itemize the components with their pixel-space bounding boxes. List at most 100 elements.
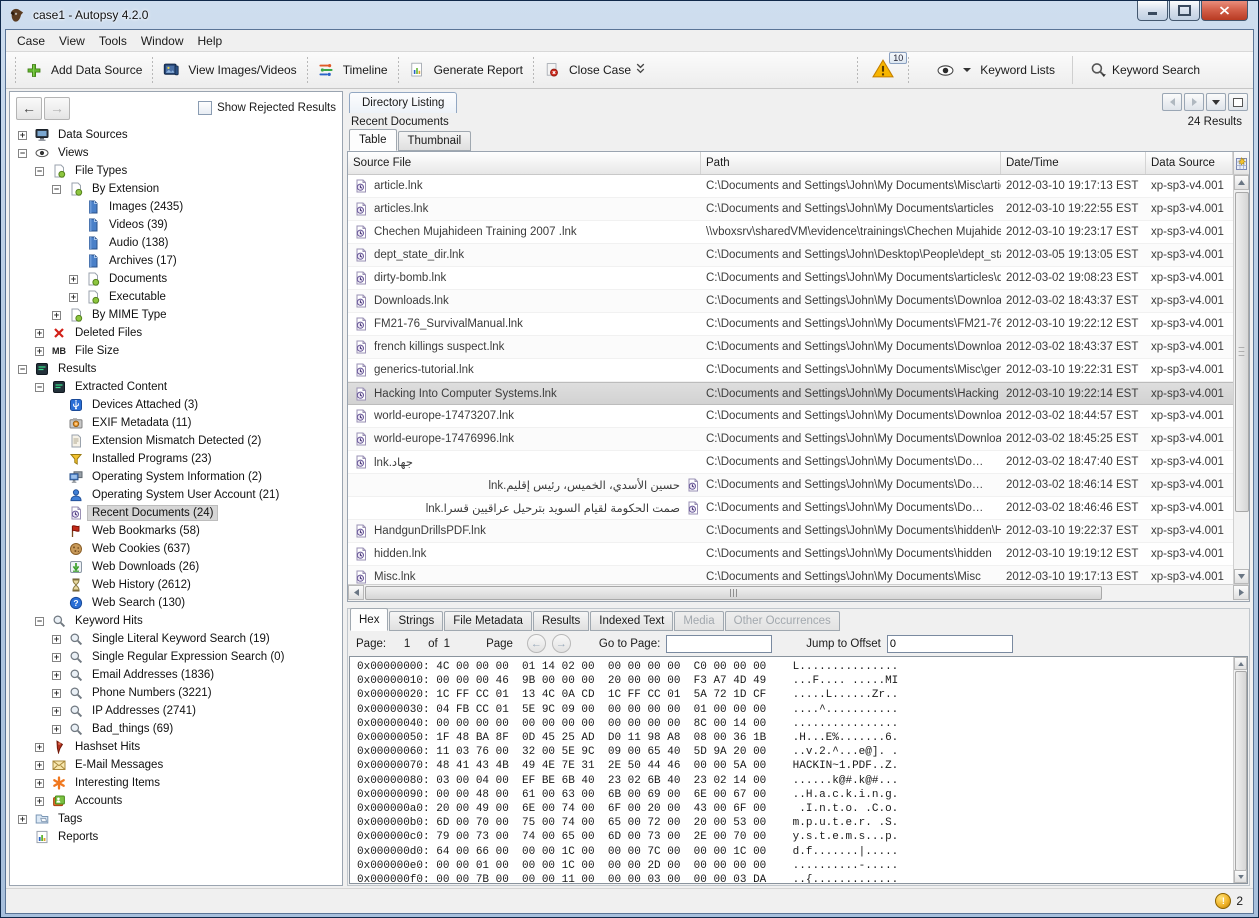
- tree-item[interactable]: Installed Programs (23): [10, 450, 342, 468]
- tree-item[interactable]: −By Extension: [10, 180, 342, 198]
- column-header-datetime[interactable]: Date/Time: [1001, 152, 1146, 174]
- tree-item[interactable]: + Documents: [10, 270, 342, 288]
- tree-item[interactable]: Archives (17): [10, 252, 342, 270]
- tree-item-label[interactable]: Hashset Hits: [71, 740, 144, 754]
- tree-item[interactable]: +Data Sources: [10, 126, 342, 144]
- collapse-icon[interactable]: −: [18, 365, 27, 374]
- tree-item-label[interactable]: By MIME Type: [88, 308, 171, 322]
- tree-item[interactable]: Operating System User Account (21): [10, 486, 342, 504]
- tree-item[interactable]: + Email Addresses (1836): [10, 666, 342, 684]
- table-settings-button[interactable]: [1233, 152, 1249, 174]
- tree-item[interactable]: Videos (39): [10, 216, 342, 234]
- expand-icon[interactable]: +: [35, 743, 44, 752]
- prev-page-button[interactable]: ←: [527, 634, 546, 653]
- expand-icon[interactable]: +: [52, 635, 61, 644]
- tree-item-label[interactable]: Documents: [105, 272, 171, 286]
- tree-item-label[interactable]: Results: [54, 362, 100, 376]
- table-row[interactable]: Hacking Into Computer Systems.lnkC:\Docu…: [348, 382, 1233, 405]
- toolbar-button-images-videos[interactable]: View Images/Videos: [156, 59, 303, 81]
- maximize-button[interactable]: [1169, 1, 1200, 21]
- tab-file-metadata[interactable]: File Metadata: [444, 611, 532, 631]
- goto-page-input[interactable]: [666, 635, 772, 653]
- tree-item[interactable]: Images (2435): [10, 198, 342, 216]
- expand-icon[interactable]: +: [35, 761, 44, 770]
- table-row[interactable]: حسين الأسدي، الخميس، رئيس إقليم.lnkC:\Do…: [348, 474, 1233, 497]
- tree-item[interactable]: +Tags: [10, 810, 342, 828]
- tree-item-label[interactable]: Web Bookmarks (58): [88, 524, 204, 538]
- tree-item-label[interactable]: By Extension: [88, 182, 163, 196]
- tree-item-label[interactable]: EXIF Metadata (11): [88, 416, 196, 430]
- tree-item-label[interactable]: Operating System Information (2): [88, 470, 266, 484]
- tree-item-label[interactable]: Web Cookies (637): [88, 542, 194, 556]
- tree-item-label[interactable]: Bad_things (69): [88, 722, 177, 736]
- column-header-data-source[interactable]: Data Source: [1146, 152, 1233, 174]
- table-horizontal-scrollbar[interactable]: [348, 584, 1249, 601]
- table-row[interactable]: Misc.lnkC:\Documents and Settings\John\M…: [348, 566, 1233, 584]
- tree-item[interactable]: ?Web Search (130): [10, 594, 342, 612]
- tree-item-label[interactable]: Phone Numbers (3221): [88, 686, 216, 700]
- tree-item-label[interactable]: Recent Documents (24): [88, 506, 217, 520]
- collapse-icon[interactable]: −: [18, 149, 27, 158]
- forward-button[interactable]: →: [44, 97, 70, 120]
- tree-item[interactable]: +Interesting Items: [10, 774, 342, 792]
- table-row[interactable]: french killings suspect.lnkC:\Documents …: [348, 336, 1233, 359]
- tab-results[interactable]: Results: [533, 611, 589, 631]
- toolbar-button-timeline[interactable]: Timeline: [311, 59, 395, 81]
- tree-item-label[interactable]: Extension Mismatch Detected (2): [88, 434, 265, 448]
- title-bar[interactable]: case1 - Autopsy 4.2.0: [5, 1, 1254, 29]
- collapse-icon[interactable]: −: [35, 617, 44, 626]
- tree-item[interactable]: +Single Regular Expression Search (0): [10, 648, 342, 666]
- tree-item-label[interactable]: Tags: [54, 812, 86, 826]
- tab-directory-listing[interactable]: Directory Listing: [349, 92, 457, 113]
- scroll-up-button[interactable]: [1234, 657, 1247, 670]
- table-row[interactable]: world-europe-17473207.lnkC:\Documents an…: [348, 405, 1233, 428]
- expand-icon[interactable]: +: [52, 671, 61, 680]
- tree-item-label[interactable]: Executable: [105, 290, 170, 304]
- tree-item[interactable]: Web Cookies (637): [10, 540, 342, 558]
- collapse-icon[interactable]: −: [35, 383, 44, 392]
- tree-item[interactable]: +E-Mail Messages: [10, 756, 342, 774]
- horizontal-scroll-thumb[interactable]: [365, 586, 1102, 600]
- tree-item[interactable]: Devices Attached (3): [10, 396, 342, 414]
- tree-item[interactable]: Extension Mismatch Detected (2): [10, 432, 342, 450]
- table-row[interactable]: articles.lnkC:\Documents and Settings\Jo…: [348, 198, 1233, 221]
- tree-item[interactable]: −Extracted Content: [10, 378, 342, 396]
- expand-icon[interactable]: +: [52, 653, 61, 662]
- tab-hex[interactable]: Hex: [350, 608, 388, 631]
- tree-item-label[interactable]: Email Addresses (1836): [88, 668, 218, 682]
- tree-item-label[interactable]: File Types: [71, 164, 131, 178]
- expand-icon[interactable]: +: [69, 293, 78, 302]
- expand-icon[interactable]: +: [52, 311, 61, 320]
- tree-item-label[interactable]: Installed Programs (23): [88, 452, 216, 466]
- expand-icon[interactable]: +: [69, 275, 78, 284]
- table-row[interactable]: Chechen Mujahideen Training 2007 .lnk\\v…: [348, 221, 1233, 244]
- scroll-left-button[interactable]: [348, 585, 364, 600]
- tree-item[interactable]: +Accounts: [10, 792, 342, 810]
- tree-item[interactable]: Web Downloads (26): [10, 558, 342, 576]
- back-button[interactable]: ←: [16, 97, 42, 120]
- tree-item[interactable]: −Keyword Hits: [10, 612, 342, 630]
- table-row[interactable]: world-europe-17476996.lnkC:\Documents an…: [348, 428, 1233, 451]
- tree-item[interactable]: Web Bookmarks (58): [10, 522, 342, 540]
- toolbar-button-generate-report[interactable]: Generate Report: [402, 59, 530, 81]
- tree-item[interactable]: EXIF Metadata (11): [10, 414, 342, 432]
- tree-item[interactable]: +IP Addresses (2741): [10, 702, 342, 720]
- keyword-lists-button[interactable]: Keyword Lists: [930, 59, 1062, 81]
- tree-item[interactable]: + By MIME Type: [10, 306, 342, 324]
- expand-icon[interactable]: +: [52, 707, 61, 716]
- tree-item-label[interactable]: Views: [54, 146, 92, 160]
- expand-icon[interactable]: +: [52, 689, 61, 698]
- table-row[interactable]: generics-tutorial.lnkC:\Documents and Se…: [348, 359, 1233, 382]
- tab-list-dropdown-button[interactable]: [1206, 93, 1226, 111]
- scroll-down-button[interactable]: [1234, 569, 1249, 584]
- tree-item[interactable]: Web History (2612): [10, 576, 342, 594]
- tree-item[interactable]: +Single Literal Keyword Search (19): [10, 630, 342, 648]
- tree-item-label[interactable]: Archives (17): [105, 254, 181, 268]
- ingest-warning-button[interactable]: 10: [861, 56, 905, 84]
- tree-item[interactable]: − Results: [10, 360, 342, 378]
- keyword-search-button[interactable]: Keyword Search: [1083, 58, 1207, 83]
- tab-thumbnail[interactable]: Thumbnail: [398, 131, 472, 151]
- menu-item-help[interactable]: Help: [191, 32, 230, 50]
- tree-item[interactable]: Reports: [10, 828, 342, 846]
- expand-icon[interactable]: +: [35, 779, 44, 788]
